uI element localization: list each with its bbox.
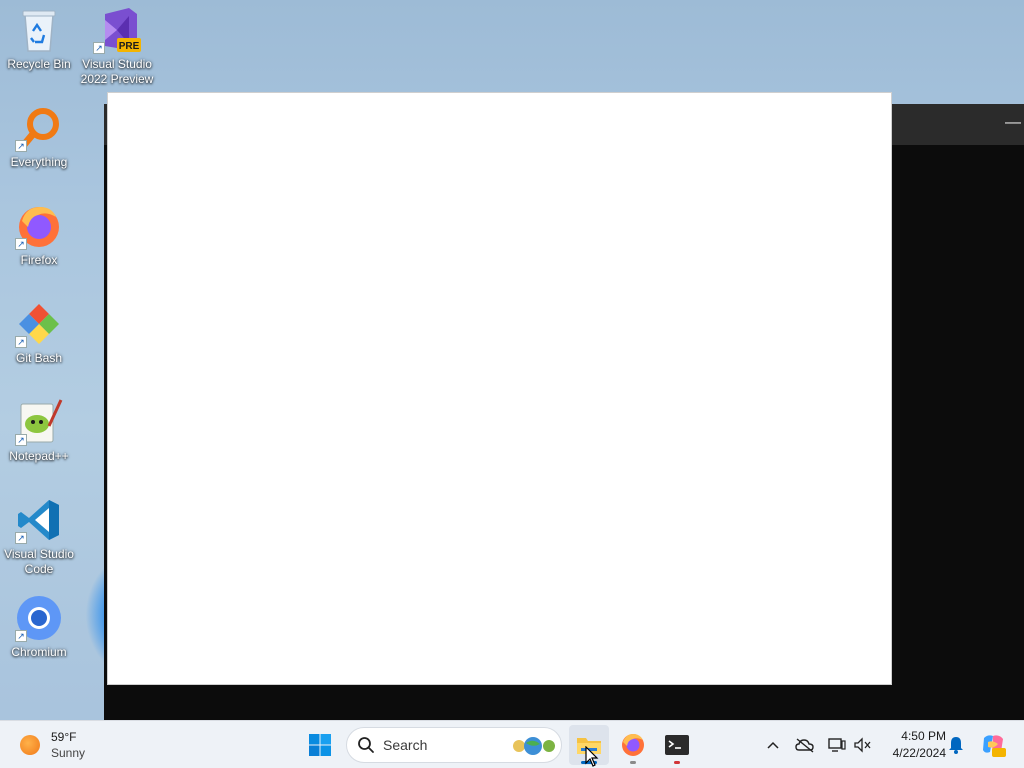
sun-icon: [20, 735, 40, 755]
desktop-icon-everything[interactable]: ↗ Everything: [0, 104, 78, 170]
everything-search-icon: ↗: [15, 104, 63, 152]
desktop-icon-firefox[interactable]: ↗ Firefox: [0, 202, 78, 268]
desktop-icon-label: Recycle Bin: [7, 57, 71, 71]
shortcut-arrow-icon: ↗: [93, 42, 105, 54]
shortcut-arrow-icon: ↗: [15, 630, 27, 642]
shortcut-arrow-icon: ↗: [15, 336, 27, 348]
weather-widget[interactable]: 59°F Sunny: [20, 729, 85, 761]
firefox-icon: [622, 734, 644, 756]
desktop-icon-recycle-bin[interactable]: Recycle Bin: [0, 6, 78, 72]
shortcut-arrow-icon: ↗: [15, 238, 27, 250]
taskbar: 59°F Sunny Search 4:50 PM 4/22/2024: [0, 720, 1024, 768]
copilot-icon[interactable]: [978, 733, 1008, 757]
desktop-icons: Recycle Bin PRE ↗ Visual Studio 2022 Pre…: [0, 0, 160, 720]
attention-indicator: [674, 761, 680, 764]
running-indicator: [630, 761, 636, 764]
desktop-icon-label: Git Bash: [15, 351, 63, 365]
desktop-icon-chromium[interactable]: ↗ Chromium: [0, 594, 78, 660]
weather-condition: Sunny: [51, 746, 86, 760]
search-highlight-icon: [513, 737, 555, 755]
weather-temperature: 59°F: [51, 730, 77, 744]
recycle-bin-icon: [15, 6, 63, 54]
search-icon: [358, 737, 374, 753]
search-label: Search: [383, 737, 428, 753]
desktop-icon-vscode[interactable]: ↗ Visual Studio Code: [0, 496, 78, 577]
firefox-icon: ↗: [15, 202, 63, 250]
desktop-icon-label: Visual Studio Code: [4, 547, 74, 576]
desktop-icon-label: Visual Studio 2022 Preview: [80, 57, 154, 86]
blank-window[interactable]: [107, 92, 892, 685]
clock-date: 4/22/2024: [892, 746, 946, 760]
git-bash-icon: ↗: [15, 300, 63, 348]
desktop-icon-label: Everything: [10, 155, 68, 169]
vscode-icon: ↗: [15, 496, 63, 544]
desktop-icon-notepad-plus-plus[interactable]: ↗ Notepad++: [0, 398, 78, 464]
desktop-icon-visual-studio-preview[interactable]: PRE ↗ Visual Studio 2022 Preview: [78, 6, 156, 87]
terminal-icon: [665, 735, 689, 755]
network-icon[interactable]: [825, 733, 849, 757]
taskbar-firefox[interactable]: [613, 725, 653, 765]
shortcut-arrow-icon: ↗: [15, 532, 27, 544]
chromium-icon: ↗: [15, 594, 63, 642]
windows-start-icon: [309, 734, 331, 756]
desktop-icon-label: Notepad++: [9, 449, 69, 463]
shortcut-arrow-icon: ↗: [15, 434, 27, 446]
desktop-icon-label: Firefox: [20, 253, 58, 267]
clock[interactable]: 4:50 PM 4/22/2024: [880, 728, 946, 762]
desktop-icon-label: Chromium: [11, 645, 67, 659]
onedrive-offline-icon[interactable]: [793, 733, 817, 757]
taskbar-search[interactable]: Search: [346, 727, 562, 763]
mouse-cursor-icon: [585, 746, 599, 767]
notepad-plus-plus-icon: ↗: [15, 398, 63, 446]
clock-time: 4:50 PM: [901, 729, 946, 743]
badge-text: PRE: [119, 41, 140, 52]
desktop-icon-git-bash[interactable]: ↗ Git Bash: [0, 300, 78, 366]
visual-studio-icon: PRE ↗: [93, 6, 141, 54]
shortcut-arrow-icon: ↗: [15, 140, 27, 152]
notifications-bell-icon[interactable]: [944, 733, 968, 757]
minimize-button[interactable]: —: [1002, 112, 1024, 136]
start-button[interactable]: [300, 725, 340, 765]
taskbar-terminal[interactable]: [657, 725, 697, 765]
show-hidden-icons-chevron-icon[interactable]: [761, 733, 785, 757]
volume-muted-icon[interactable]: [851, 733, 875, 757]
